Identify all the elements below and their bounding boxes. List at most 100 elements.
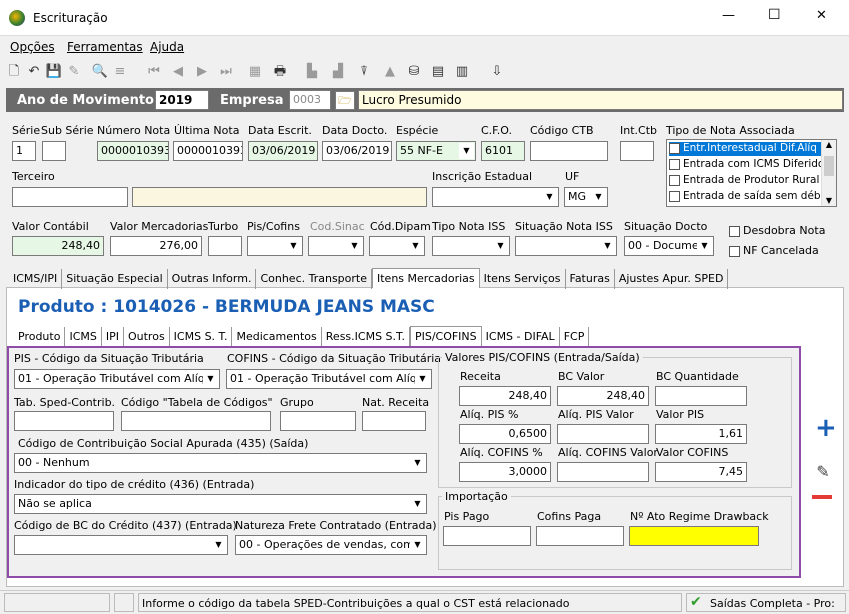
scroll-thumb[interactable] (824, 156, 834, 176)
tab-pis-cofins[interactable]: PIS/COFINS (409, 326, 482, 346)
int-ctb-input[interactable] (620, 141, 654, 161)
list-item[interactable]: Entrada de Produtor Rural (669, 174, 821, 188)
menu-ferramentas[interactable]: Ferramentas (67, 40, 143, 54)
valor-contabil-input[interactable]: 248,40 (12, 236, 104, 256)
ultima-nota-input[interactable]: 0000010393 (173, 141, 243, 161)
document-icon[interactable]: ▤ (428, 62, 448, 82)
aliq-cofins-valor-input[interactable] (557, 462, 649, 482)
scrollbar[interactable]: ▲ ▼ (821, 140, 836, 206)
turbo-input[interactable] (208, 236, 242, 256)
situacao-docto-select[interactable]: 00 - Documer ▼ (624, 236, 714, 256)
maximize-button[interactable]: ☐ (768, 7, 781, 23)
first-record-icon[interactable]: ⏮ (144, 62, 164, 82)
save-icon[interactable]: 💾 (44, 62, 64, 82)
data-docto-input[interactable]: 03/06/2019 (322, 141, 392, 161)
desdobra-checkbox[interactable]: Desdobra Nota (729, 224, 825, 237)
uf-select[interactable]: MG ▼ (564, 187, 608, 207)
preview-icon[interactable]: 🔍 (90, 62, 110, 82)
factory-icon[interactable]: ▙ (302, 62, 322, 82)
piscofins-select[interactable]: ▼ (247, 236, 303, 256)
report-icon[interactable]: ▥ (452, 62, 472, 82)
bc-credito-select[interactable]: ▼ (14, 535, 228, 555)
minimize-button[interactable]: — (722, 8, 735, 23)
valor-pis-input[interactable]: 1,61 (655, 424, 747, 444)
serie-input[interactable]: 1 (12, 141, 36, 161)
aliq-cofins-input[interactable]: 3,0000 (459, 462, 551, 482)
empresa-code-input[interactable]: 0003 (289, 90, 331, 110)
especie-select[interactable]: 55 NF-E ▼ (396, 141, 476, 161)
tab-ipi[interactable]: IPI (102, 327, 124, 347)
nat-receita-input[interactable] (362, 411, 426, 431)
codigo-tabela-input[interactable] (121, 411, 271, 431)
cofins-paga-input[interactable] (536, 526, 624, 546)
terceiro-code-input[interactable] (12, 187, 128, 207)
tab-outras-inform[interactable]: Outras Inform. (168, 269, 257, 289)
remove-icon[interactable] (812, 495, 832, 499)
tab-icms[interactable]: ICMS (65, 327, 102, 347)
add-icon[interactable]: + (815, 413, 837, 443)
situacao-nota-iss-select[interactable]: ▼ (515, 236, 617, 256)
subserie-input[interactable] (42, 141, 66, 161)
list-item[interactable]: Entrada com ICMS Diferido (669, 158, 821, 172)
menu-ajuda[interactable]: Ajuda (150, 40, 184, 54)
valor-cofins-input[interactable]: 7,45 (655, 462, 747, 482)
tab-conhec-transporte[interactable]: Conhec. Transporte (256, 269, 372, 289)
last-record-icon[interactable]: ⏭ (216, 62, 236, 82)
stamp-icon[interactable]: ⍒ (354, 62, 374, 82)
tab-ress-icms-st[interactable]: Ress.ICMS S.T. (322, 327, 410, 347)
close-button[interactable]: ✕ (816, 8, 827, 23)
receita-input[interactable]: 248,40 (459, 386, 551, 406)
pis-pago-input[interactable] (443, 526, 531, 546)
cod-dipam-select[interactable]: ▼ (369, 236, 425, 256)
calculator-icon[interactable]: ▦ (245, 62, 265, 82)
natureza-frete-select[interactable]: 00 - Operações de vendas, com ô ▼ (235, 535, 427, 555)
tipo-nota-list[interactable]: Entr.Interestadual Dif.Alíq Entrada com … (666, 139, 837, 207)
tab-fcp[interactable]: FCP (560, 327, 590, 347)
coins-icon[interactable]: ⛁ (404, 62, 424, 82)
tab-produto[interactable]: Produto (14, 327, 66, 347)
bc-valor-input[interactable]: 248,40 (557, 386, 649, 406)
new-file-icon[interactable]: 🗋 (4, 62, 24, 82)
tab-sped-input[interactable] (14, 411, 114, 431)
indicador-credito-select[interactable]: Não se aplica ▼ (14, 494, 427, 514)
tab-medicamentos[interactable]: Medicamentos (232, 327, 322, 347)
open-folder-icon[interactable]: 🗁 (335, 91, 355, 110)
tab-situacao-especial[interactable]: Situação Especial (62, 269, 168, 289)
nf-cancelada-checkbox[interactable]: NF Cancelada (729, 244, 819, 257)
numero-nota-input[interactable]: 0000010393 (97, 141, 169, 161)
tab-icms-ipi[interactable]: ICMS/IPI (9, 269, 63, 289)
empresa-name-input[interactable]: Lucro Presumido (358, 90, 843, 110)
cofins-cst-select[interactable]: 01 - Operação Tributável com Alíqu ▼ (226, 369, 432, 389)
cfo-input[interactable]: 6101 (481, 141, 525, 161)
tab-itens-mercadorias[interactable]: Itens Mercadorias (372, 268, 480, 288)
chevron-down-icon[interactable]: ▼ (822, 196, 836, 205)
ano-input[interactable]: 2019 (155, 90, 209, 110)
cod-sinac-select[interactable]: ▼ (308, 236, 364, 256)
tab-outros[interactable]: Outros (124, 327, 170, 347)
tipo-nota-iss-select[interactable]: ▼ (432, 236, 510, 256)
truck-icon[interactable]: ▲ (380, 62, 400, 82)
tab-faturas[interactable]: Faturas (566, 269, 615, 289)
tab-itens-servicos[interactable]: Itens Serviços (480, 269, 566, 289)
undo-icon[interactable]: ↶ (24, 62, 44, 82)
list-item[interactable]: Entr.Interestadual Dif.Alíq (669, 142, 821, 156)
tab-ajustes-apur-sped[interactable]: Ajustes Apur. SPED (615, 269, 729, 289)
codigo-ctb-input[interactable] (530, 141, 608, 161)
brush-icon[interactable]: ✎ (64, 62, 84, 82)
chevron-up-icon[interactable]: ▲ (822, 140, 836, 154)
aliq-pis-valor-input[interactable] (557, 424, 649, 444)
prev-record-icon[interactable]: ◀ (168, 62, 188, 82)
menu-opcoes[interactable]: Opções (10, 40, 55, 54)
nfe-icon[interactable]: ≡ (110, 62, 130, 82)
pis-cst-select[interactable]: 01 - Operação Tributável com Alíqu ▼ (14, 369, 220, 389)
bc-quantidade-input[interactable] (655, 386, 747, 406)
tab-icms-st[interactable]: ICMS S. T. (170, 327, 233, 347)
grupo-input[interactable] (280, 411, 356, 431)
contrib-social-select[interactable]: 00 - Nenhum ▼ (14, 453, 427, 473)
list-item[interactable]: Entrada de saída sem débi (669, 190, 821, 204)
inscricao-select[interactable]: ▼ (432, 187, 559, 207)
cart-icon[interactable]: ▟ (328, 62, 348, 82)
data-escrit-input[interactable]: 03/06/2019 (248, 141, 318, 161)
valor-mercadorias-input[interactable]: 276,00 (110, 236, 202, 256)
tab-icms-difal[interactable]: ICMS - DIFAL (482, 327, 560, 347)
